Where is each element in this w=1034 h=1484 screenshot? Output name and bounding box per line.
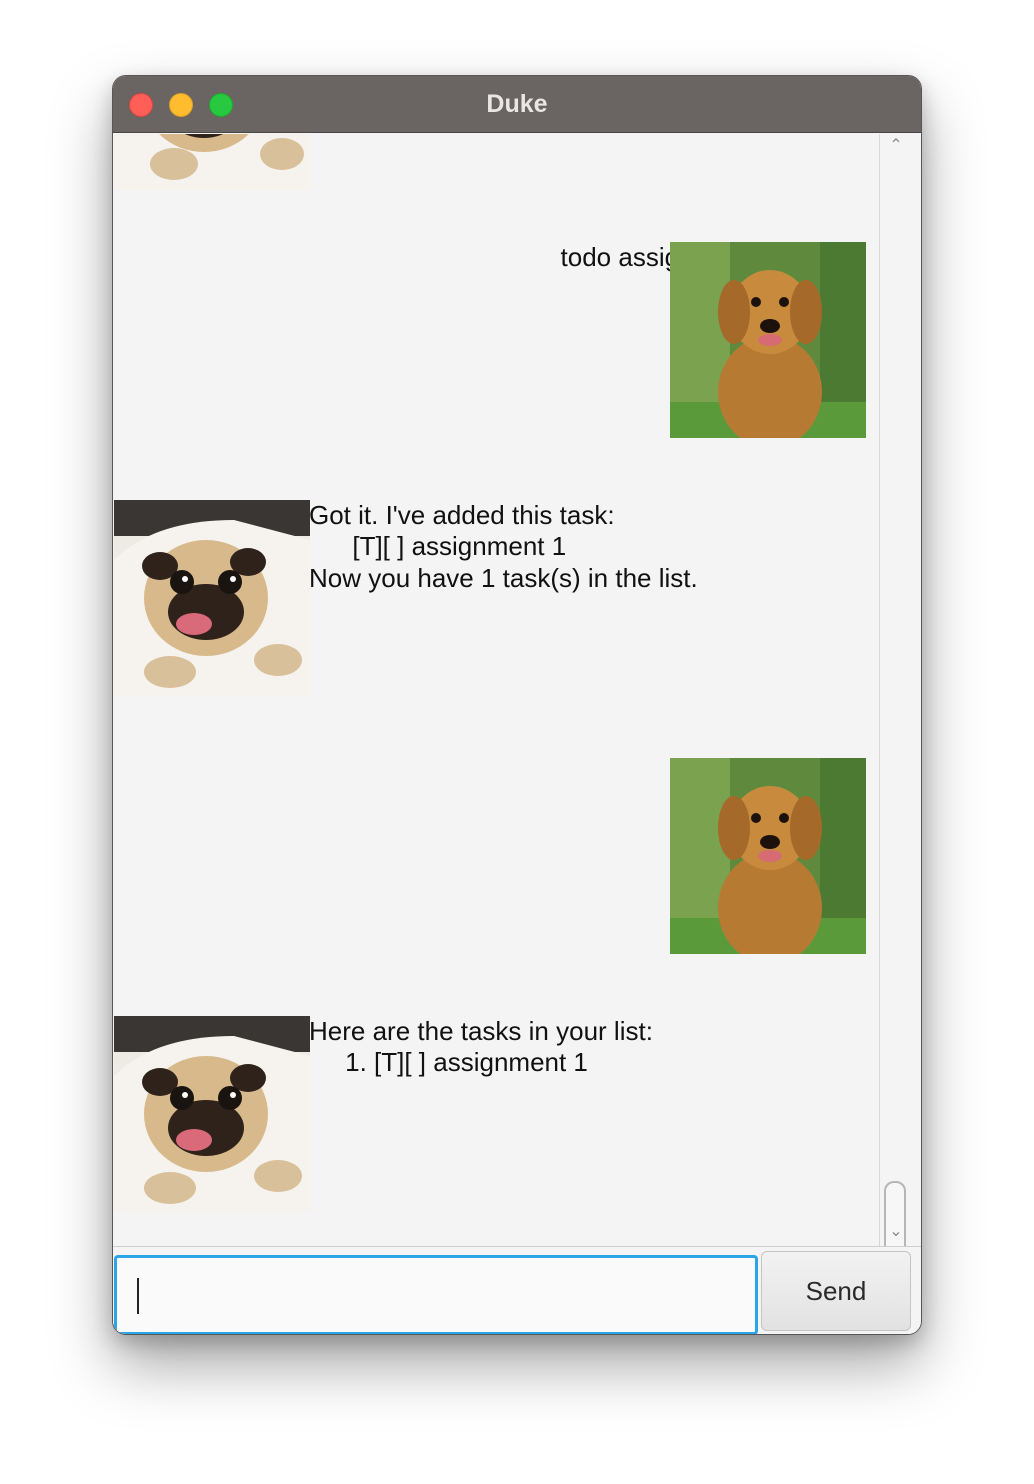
golden-retriever-image: [670, 758, 866, 954]
duke-message-line: 1. [T][ ] assignment 1: [309, 1047, 588, 1077]
title-bar: Duke: [113, 76, 921, 133]
pug-image: [114, 134, 310, 190]
golden-retriever-avatar: [670, 242, 866, 438]
scroll-up-icon[interactable]: ⌃: [886, 136, 906, 156]
duke-message-line: Got it. I've added this task:: [309, 500, 615, 530]
pug-avatar: [114, 1016, 310, 1212]
vertical-scrollbar[interactable]: ⌃ ⌄: [879, 134, 911, 1273]
scroll-down-icon[interactable]: ⌄: [886, 1222, 906, 1242]
send-button[interactable]: Send: [761, 1251, 911, 1331]
pug-image: [114, 500, 310, 696]
input-bar: Send: [113, 1246, 921, 1334]
duke-message-line: Now you have 1 task(s) in the list.: [309, 563, 698, 593]
pug-image: [114, 1016, 310, 1212]
app-window: Duke todo assignment 1 Got it. I've adde…: [112, 75, 922, 1335]
window-title: Duke: [486, 90, 548, 118]
pug-avatar: [114, 134, 310, 190]
text-caret: [137, 1278, 139, 1314]
pug-avatar: [114, 500, 310, 696]
message-input[interactable]: [114, 1255, 758, 1334]
dialog-container[interactable]: todo assignment 1 Got it. I've added thi…: [113, 134, 879, 1246]
golden-retriever-image: [670, 242, 866, 438]
duke-message-line: Here are the tasks in your list:: [309, 1016, 653, 1046]
duke-message-line: [T][ ] assignment 1: [309, 531, 567, 561]
golden-retriever-avatar: [670, 758, 866, 954]
